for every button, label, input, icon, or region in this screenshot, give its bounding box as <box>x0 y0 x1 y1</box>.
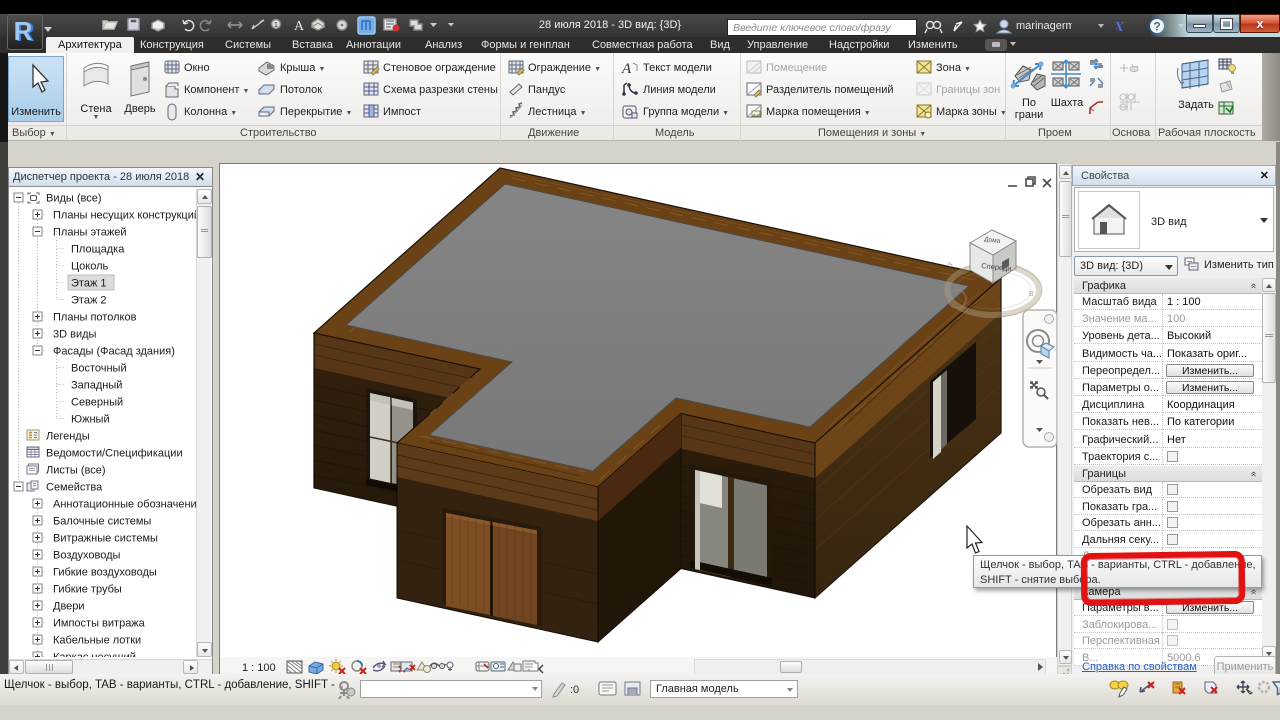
svg-text:Семейства: Семейства <box>46 482 103 494</box>
svg-text:Виды (все): Виды (все) <box>46 193 102 205</box>
svg-text:Восточный: Восточный <box>71 363 127 375</box>
svg-text:Южный: Южный <box>71 414 110 426</box>
svg-text::0: :0 <box>570 684 579 696</box>
svg-text:Воздуховоды: Воздуховоды <box>53 550 121 562</box>
svg-text:X: X <box>1116 19 1126 35</box>
svg-text:Гибкие воздуховоды: Гибкие воздуховоды <box>53 567 157 579</box>
svg-text:Планы потолков: Планы потолков <box>53 312 137 324</box>
svg-text:Балочные системы: Балочные системы <box>53 516 151 528</box>
svg-text:R: R <box>14 16 33 46</box>
svg-text:Импосты витража: Импосты витража <box>53 618 146 630</box>
svg-text:Этаж 1: Этаж 1 <box>71 278 106 290</box>
svg-text:Планы несущих конструкций: Планы несущих конструкций <box>53 210 196 222</box>
svg-text:В: В <box>1029 291 1034 298</box>
svg-text:Ведомости/Спецификации: Ведомости/Спецификации <box>46 448 183 460</box>
svg-text:Планы этажей: Планы этажей <box>53 227 127 239</box>
svg-text:Легенды: Легенды <box>46 431 90 443</box>
svg-text:Аннотационные обозначени: Аннотационные обозначени <box>53 499 196 511</box>
svg-text:Кабельные лотки: Кабельные лотки <box>53 635 141 647</box>
svg-text:A: A <box>294 19 305 34</box>
svg-text:Площадка: Площадка <box>71 244 125 256</box>
svg-text:Северный: Северный <box>71 397 123 409</box>
svg-text:Каркас несущий: Каркас несущий <box>53 652 136 658</box>
svg-text:marinagerma...: marinagerma... <box>1016 20 1072 32</box>
svg-text:Фасады (Фасад здания): Фасады (Фасад здания) <box>53 346 175 358</box>
svg-text:1: 1 <box>274 22 278 29</box>
svg-text:3D виды: 3D виды <box>53 329 97 341</box>
svg-text:Гибкие трубы: Гибкие трубы <box>53 584 122 596</box>
svg-text:Листы (все): Листы (все) <box>46 465 106 477</box>
svg-text:Цоколь: Цоколь <box>71 261 108 273</box>
svg-text:Витражные системы: Витражные системы <box>53 533 158 545</box>
svg-text:A: A <box>621 61 632 77</box>
svg-text:Этаж 2: Этаж 2 <box>71 295 106 307</box>
svg-text:Двери: Двери <box>53 601 85 613</box>
svg-text:Западный: Западный <box>71 380 122 392</box>
